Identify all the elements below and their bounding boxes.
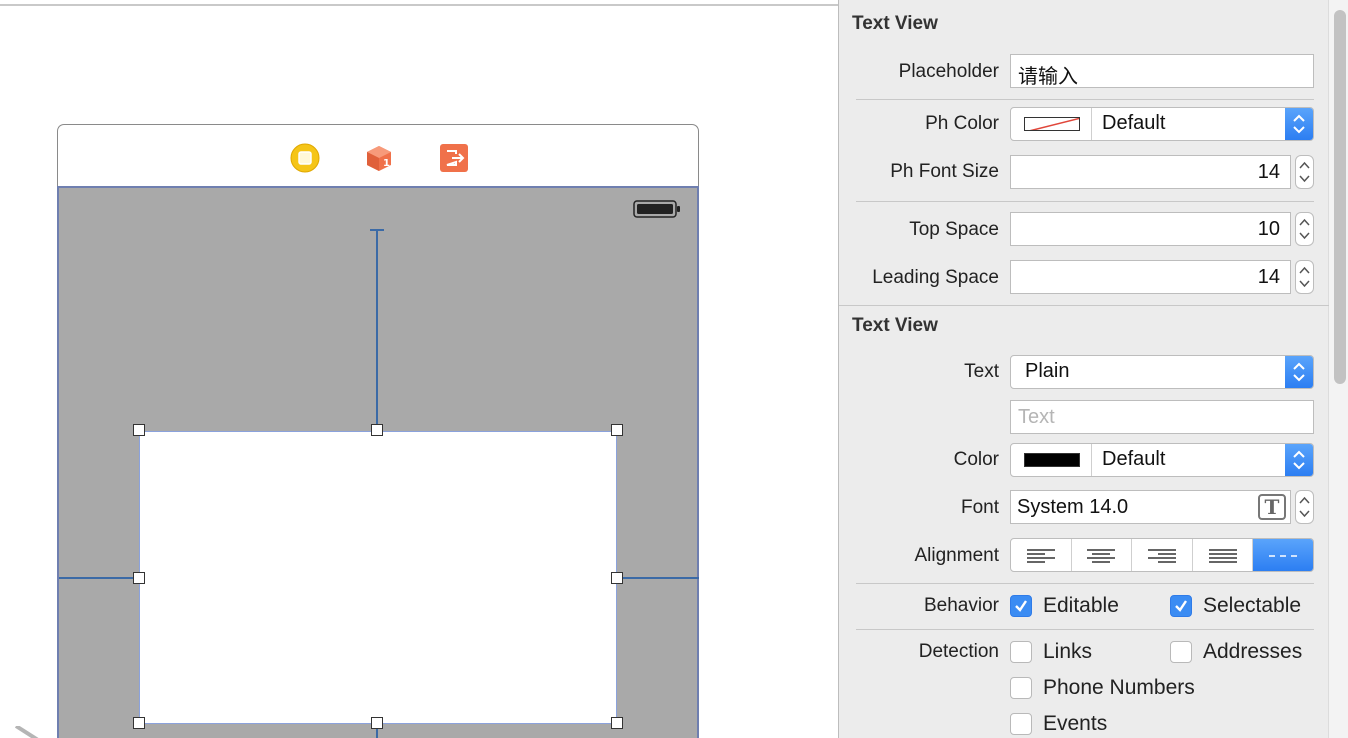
- leading-space-stepper[interactable]: [1295, 260, 1314, 294]
- view-controller-view[interactable]: [57, 186, 699, 738]
- storyboard-canvas[interactable]: 1: [0, 0, 838, 738]
- checkmark-icon: [1015, 600, 1027, 612]
- chevron-updown-icon[interactable]: [1285, 444, 1313, 476]
- align-center-icon: [1087, 549, 1116, 563]
- selectable-checkbox[interactable]: [1170, 595, 1192, 617]
- events-label[interactable]: Events: [1043, 712, 1107, 736]
- section-title-text-view: Text View: [852, 315, 938, 336]
- font-field[interactable]: System 14.0 T: [1010, 490, 1291, 524]
- detection-label: Detection: [918, 641, 999, 662]
- alignment-segmented-control[interactable]: [1010, 538, 1314, 572]
- chevron-updown-icon[interactable]: [1285, 356, 1313, 388]
- resize-handle-bottom-left[interactable]: [133, 717, 145, 729]
- font-size-stepper[interactable]: [1295, 490, 1314, 524]
- color-swatch-well[interactable]: [1011, 444, 1092, 476]
- selectable-label[interactable]: Selectable: [1203, 594, 1301, 618]
- color-value: Default: [1102, 448, 1166, 470]
- addresses-label[interactable]: Addresses: [1203, 640, 1302, 664]
- text-content-field[interactable]: Text: [1010, 400, 1314, 434]
- color-label: Color: [953, 449, 999, 470]
- chevron-updown-icon[interactable]: [1285, 108, 1313, 140]
- top-space-field[interactable]: 10: [1010, 212, 1291, 246]
- align-right-icon: [1147, 549, 1176, 563]
- resize-handle-top[interactable]: [371, 424, 383, 436]
- resize-handle-right[interactable]: [611, 572, 623, 584]
- top-space-stepper[interactable]: [1295, 212, 1314, 246]
- divider: [856, 99, 1314, 100]
- links-checkbox[interactable]: [1010, 641, 1032, 663]
- resize-handle-bottom-right[interactable]: [611, 717, 623, 729]
- resize-handle-bottom[interactable]: [371, 717, 383, 729]
- placeholder-label: Placeholder: [898, 61, 999, 82]
- no-color-swatch: [1024, 117, 1080, 131]
- battery-icon: [633, 200, 681, 218]
- resize-handle-left[interactable]: [133, 572, 145, 584]
- inspector-scrollbar[interactable]: [1328, 0, 1348, 738]
- checkmark-icon: [1175, 600, 1187, 612]
- exit-icon[interactable]: [439, 143, 469, 173]
- links-label[interactable]: Links: [1043, 640, 1092, 664]
- text-view[interactable]: [139, 431, 617, 724]
- ph-color-popup[interactable]: Default: [1010, 107, 1314, 141]
- divider: [856, 201, 1314, 202]
- editable-label[interactable]: Editable: [1043, 594, 1119, 618]
- align-natural-icon: [1269, 555, 1298, 557]
- ph-color-label: Ph Color: [925, 113, 999, 134]
- font-label: Font: [960, 497, 999, 518]
- placeholder-field[interactable]: 请输入: [1010, 54, 1314, 88]
- divider: [856, 629, 1314, 630]
- editable-checkbox[interactable]: [1010, 595, 1032, 617]
- black-color-swatch: [1024, 453, 1080, 467]
- ph-font-size-label: Ph Font Size: [890, 161, 999, 182]
- align-justified-button[interactable]: [1193, 539, 1254, 571]
- scene-dock: 1: [57, 124, 699, 188]
- top-constraint-cap: [370, 229, 384, 231]
- canvas-top-divider: [0, 4, 838, 6]
- xcode-window: 1 Text View Placeholder 请输入 Ph Color Def…: [0, 0, 1348, 738]
- alignment-label: Alignment: [914, 545, 1000, 566]
- font-value: System 14.0: [1017, 496, 1129, 518]
- leading-constraint-line[interactable]: [59, 577, 139, 579]
- text-type-label: Text: [964, 361, 999, 382]
- align-justified-icon: [1208, 549, 1237, 563]
- divider: [856, 583, 1314, 584]
- ph-color-value: Default: [1102, 112, 1166, 134]
- align-center-button[interactable]: [1072, 539, 1133, 571]
- resize-handle-top-right[interactable]: [611, 424, 623, 436]
- align-left-icon: [1026, 549, 1055, 563]
- leading-space-field[interactable]: 14: [1010, 260, 1291, 294]
- first-responder-icon[interactable]: 1: [364, 143, 394, 173]
- section-divider: [839, 305, 1329, 306]
- color-popup[interactable]: Default: [1010, 443, 1314, 477]
- behavior-label: Behavior: [924, 595, 999, 616]
- align-natural-button[interactable]: [1253, 539, 1313, 571]
- font-picker-icon[interactable]: T: [1258, 494, 1286, 520]
- attributes-inspector: Text View Placeholder 请输入 Ph Color Defau…: [838, 0, 1348, 738]
- top-space-label: Top Space: [909, 219, 999, 240]
- resize-handle-top-left[interactable]: [133, 424, 145, 436]
- align-left-button[interactable]: [1011, 539, 1072, 571]
- top-constraint-line[interactable]: [376, 230, 378, 430]
- view-controller-icon[interactable]: [290, 143, 320, 173]
- section-title-custom-text-view: Text View: [852, 13, 938, 34]
- ph-font-size-stepper[interactable]: [1295, 155, 1314, 189]
- text-type-popup[interactable]: Plain: [1010, 355, 1314, 389]
- events-checkbox[interactable]: [1010, 713, 1032, 735]
- text-type-value: Plain: [1025, 360, 1070, 382]
- ph-font-size-field[interactable]: 14: [1010, 155, 1291, 189]
- phone-numbers-checkbox[interactable]: [1010, 677, 1032, 699]
- phone-numbers-label[interactable]: Phone Numbers: [1043, 676, 1195, 700]
- svg-text:1: 1: [383, 158, 390, 169]
- trailing-constraint-line[interactable]: [617, 577, 699, 579]
- ph-color-swatch-well[interactable]: [1011, 108, 1092, 140]
- align-right-button[interactable]: [1132, 539, 1193, 571]
- addresses-checkbox[interactable]: [1170, 641, 1192, 663]
- entry-point-arrow-icon: [14, 724, 54, 738]
- scrollbar-thumb[interactable]: [1334, 10, 1346, 384]
- leading-space-label: Leading Space: [872, 267, 999, 288]
